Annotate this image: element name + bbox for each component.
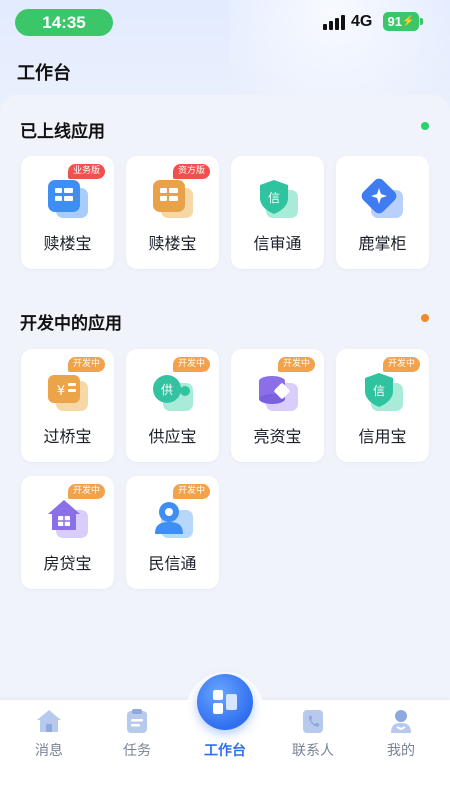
user-icon	[387, 707, 415, 735]
status-bar: 14:35 4G 91 ⚡	[0, 0, 450, 44]
tab-label: 任务	[123, 743, 151, 759]
document-grid-icon	[147, 176, 199, 222]
tab-tasks[interactable]: 任务	[97, 700, 177, 770]
coin-stack-icon	[252, 369, 304, 415]
app-badge: 开发中	[67, 357, 105, 372]
diamond-star-icon	[357, 176, 409, 222]
app-badge: 开发中	[382, 357, 420, 372]
person-icon	[147, 496, 199, 542]
phone-book-icon	[299, 707, 327, 735]
tab-mine[interactable]: 我的	[361, 700, 441, 770]
status-dot-developing	[421, 314, 429, 322]
tab-label: 我的	[387, 743, 415, 759]
app-card-shoulou-investor[interactable]: 资方版 赎楼宝	[126, 156, 219, 269]
app-label: 信审通	[253, 234, 302, 253]
app-card-xinshentong[interactable]: 信 信审通	[231, 156, 324, 269]
tab-contacts[interactable]: 联系人	[273, 700, 353, 770]
app-card-shoulou-business[interactable]: 业务版 赎楼宝	[21, 156, 114, 269]
tab-label: 联系人	[292, 743, 334, 759]
tab-bar: 消息 任务 工作台 联系人 我的	[0, 672, 450, 800]
shield-xin-icon: 信	[357, 369, 409, 415]
tab-messages[interactable]: 消息	[9, 700, 89, 770]
app-badge: 开发中	[172, 357, 210, 372]
svg-text:供: 供	[161, 383, 173, 397]
app-badge: 资方版	[172, 164, 210, 179]
home-icon	[35, 707, 63, 735]
app-card-gongying[interactable]: 供 开发中 供应宝	[126, 349, 219, 462]
yen-card-icon: ¥	[42, 369, 94, 415]
tab-label: 消息	[35, 743, 63, 759]
battery-icon: 91 ⚡	[383, 12, 423, 31]
network-type: 4G	[351, 13, 373, 30]
app-card-fangdai[interactable]: 开发中 房贷宝	[21, 476, 114, 589]
status-time: 14:35	[15, 9, 113, 36]
main-content: 已上线应用 业务版 赎楼宝 资方版 赎楼宝 信 信审通 鹿掌柜 开发中的应用 ¥…	[0, 95, 450, 700]
status-dot-online	[421, 122, 429, 130]
app-label: 赎楼宝	[43, 234, 92, 253]
app-label: 民信通	[148, 554, 197, 573]
app-badge: 开发中	[67, 484, 105, 499]
app-label: 亮资宝	[253, 427, 302, 446]
supply-gong-icon: 供	[147, 369, 199, 415]
house-icon	[42, 496, 94, 542]
battery-level: 91	[387, 14, 402, 29]
app-card-luzhanggui[interactable]: 鹿掌柜	[336, 156, 429, 269]
svg-text:信: 信	[373, 384, 385, 398]
page-title: 工作台	[17, 63, 71, 84]
tab-label: 工作台	[204, 743, 246, 759]
svg-text:信: 信	[268, 191, 280, 205]
app-label: 供应宝	[148, 427, 197, 446]
section-title-online: 已上线应用	[20, 122, 105, 142]
app-label: 赎楼宝	[148, 234, 197, 253]
app-card-minxintong[interactable]: 开发中 民信通	[126, 476, 219, 589]
tab-workbench[interactable]: 工作台	[185, 700, 265, 770]
app-card-guoqiao[interactable]: ¥ 开发中 过桥宝	[21, 349, 114, 462]
app-badge: 业务版	[67, 164, 105, 179]
clipboard-icon	[123, 707, 151, 735]
app-label: 信用宝	[358, 427, 407, 446]
app-card-xinyong[interactable]: 信 开发中 信用宝	[336, 349, 429, 462]
app-card-liangzi[interactable]: 开发中 亮资宝	[231, 349, 324, 462]
app-label: 鹿掌柜	[358, 234, 407, 253]
svg-text:¥: ¥	[57, 384, 65, 399]
section-title-developing: 开发中的应用	[20, 314, 122, 334]
document-grid-icon	[42, 176, 94, 222]
app-label: 房贷宝	[43, 554, 92, 573]
app-badge: 开发中	[172, 484, 210, 499]
app-badge: 开发中	[277, 357, 315, 372]
shield-xin-icon: 信	[252, 176, 304, 222]
app-label: 过桥宝	[43, 427, 92, 446]
signal-icon	[323, 15, 345, 30]
